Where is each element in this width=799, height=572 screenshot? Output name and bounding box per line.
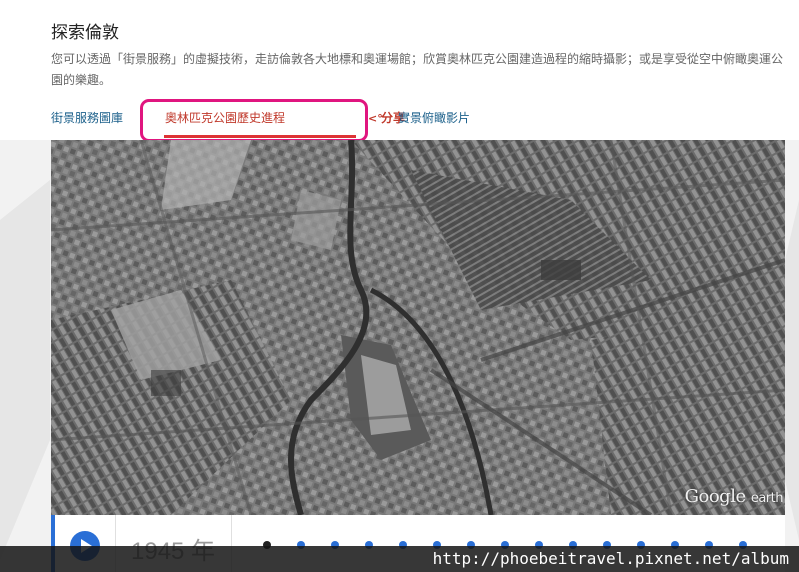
tab-aerial-video[interactable]: 實景俯瞰影片 [398, 109, 470, 126]
highlight-annotation [140, 99, 368, 142]
watermark-url: http://phoebeitravel.pixnet.net/album [432, 549, 789, 568]
google-earth-logo: Google earth [684, 486, 784, 507]
google-earth-logo-suffix: earth [750, 491, 784, 506]
google-earth-logo-brand: Google [684, 486, 746, 507]
page-description: 您可以透過「街景服務」的虛擬技術，走訪倫敦各大地標和奧運場館；欣賞奧林匹克公園建… [51, 52, 784, 87]
aerial-map-image[interactable]: Google earth [51, 140, 785, 515]
tab-street-view-gallery[interactable]: 街景服務圖庫 [51, 109, 123, 126]
share-icon: <° [368, 112, 383, 125]
viewer-stage: Google earth 1945 年 [0, 140, 799, 572]
aerial-photo-graphic [51, 140, 785, 515]
header-section: 探索倫敦 您可以透過「街景服務」的虛擬技術，走訪倫敦各大地標和奧運場館；欣賞奧林… [0, 0, 799, 142]
watermark-banner: http://phoebeitravel.pixnet.net/album [0, 546, 799, 572]
page-title: 探索倫敦 [51, 23, 119, 43]
